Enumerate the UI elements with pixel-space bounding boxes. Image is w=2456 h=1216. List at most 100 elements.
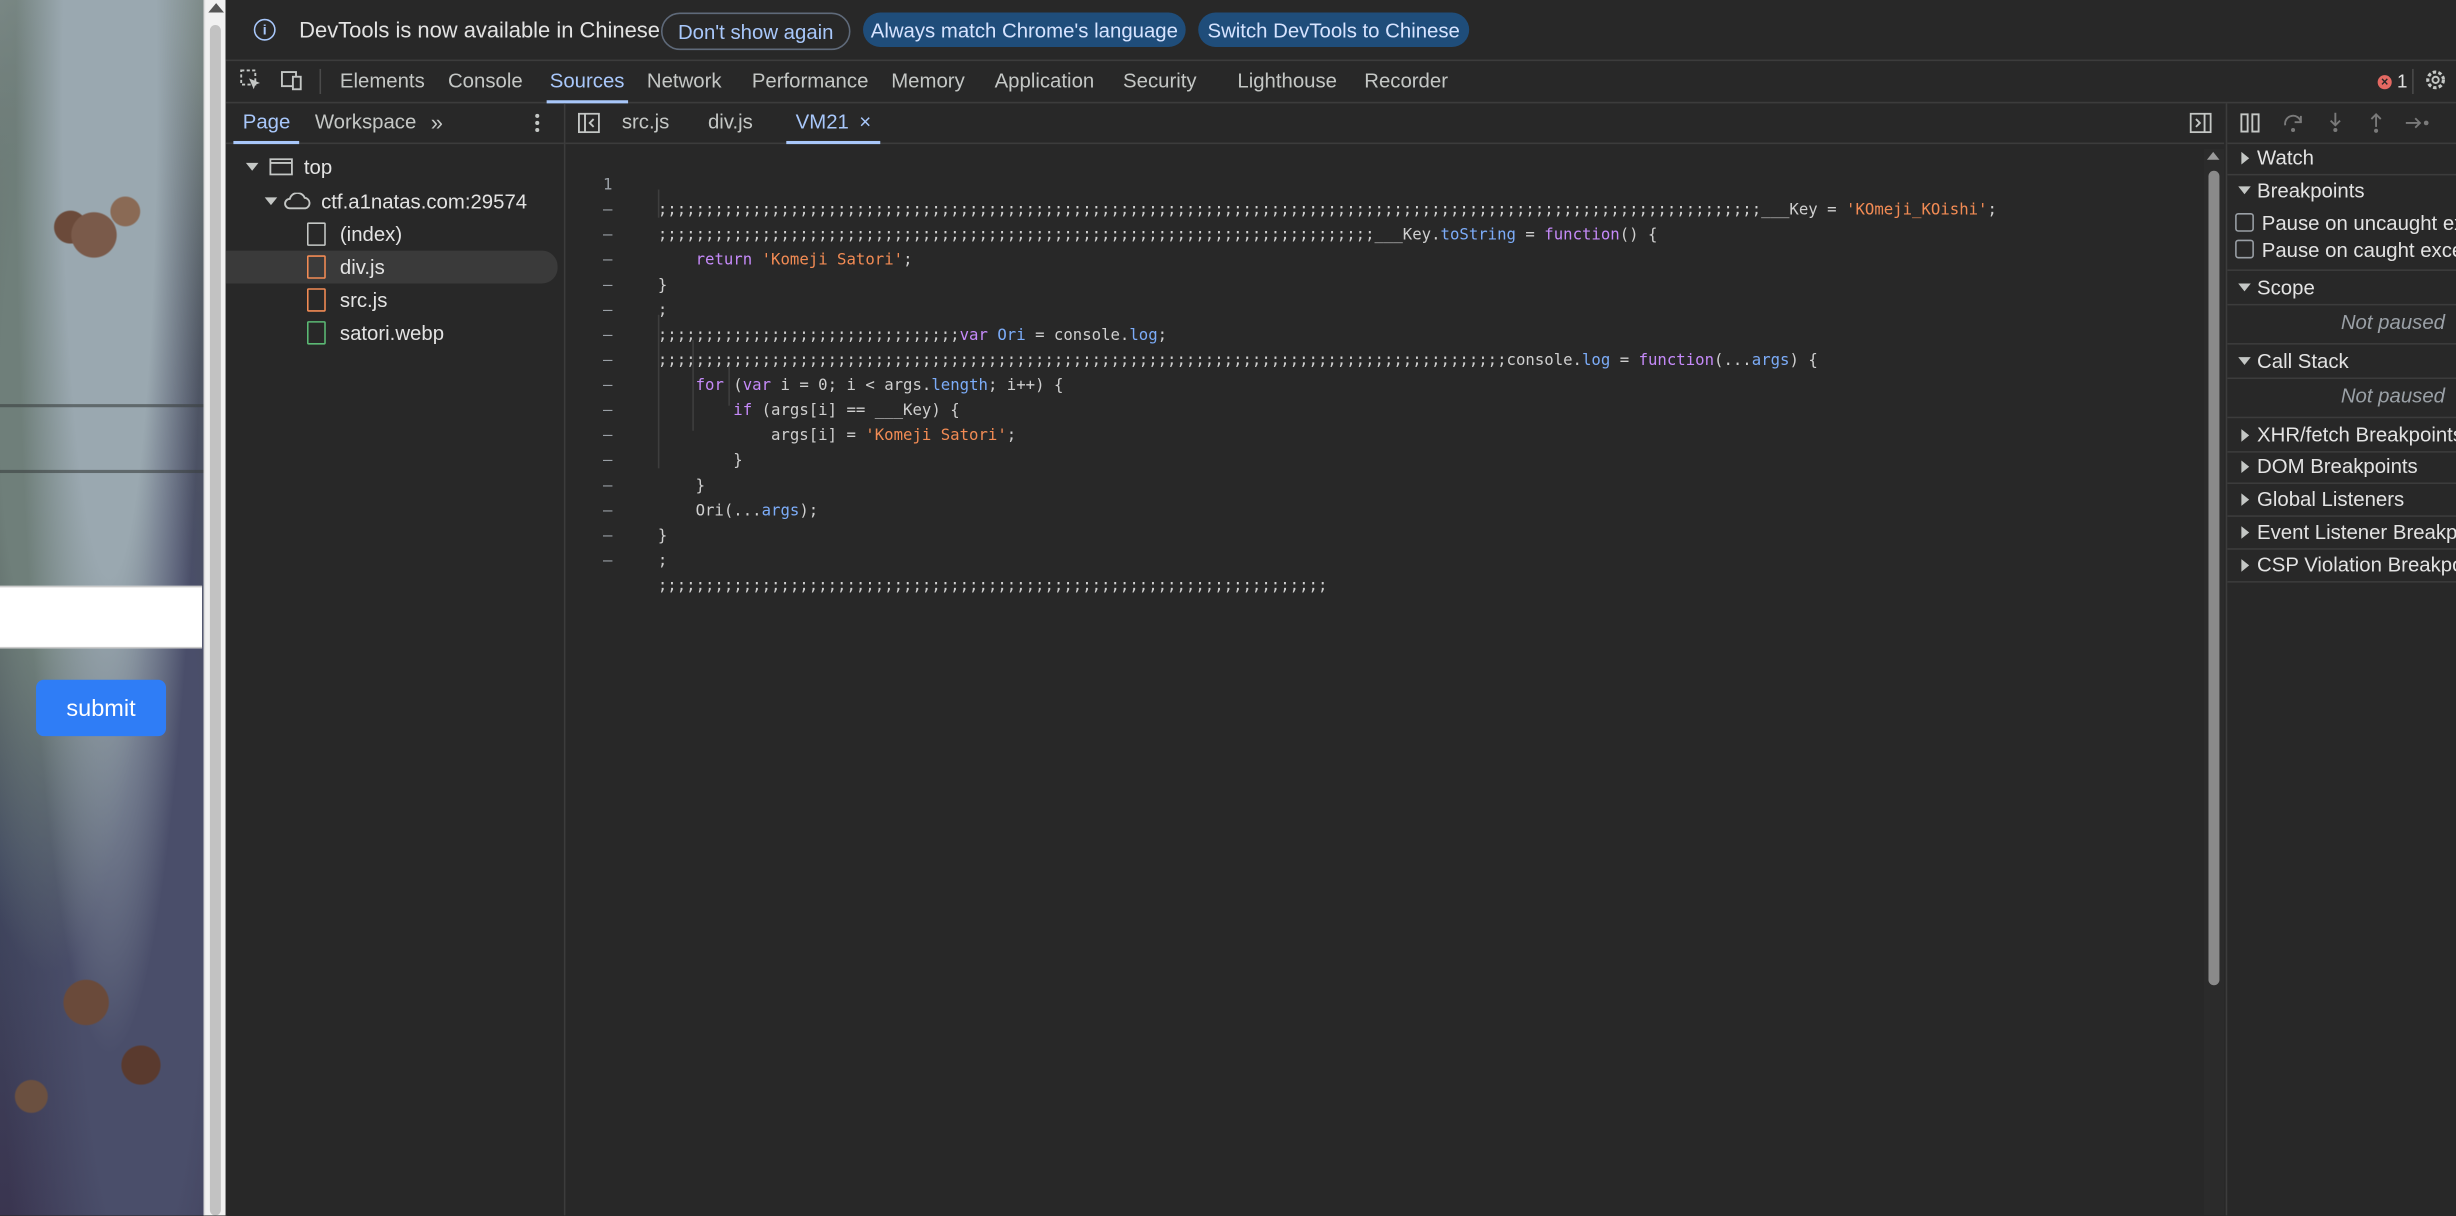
section-title: Breakpoints (2257, 178, 2365, 203)
switch-to-chinese-button[interactable]: Switch DevTools to Chinese (1198, 12, 1470, 47)
tree-item-file[interactable]: satori.webp (226, 316, 558, 349)
scroll-up-icon[interactable] (2206, 151, 2220, 160)
tab-network[interactable]: Network (647, 61, 722, 102)
pause-uncaught-checkbox[interactable] (2235, 213, 2254, 232)
call-stack-status: Not paused (2340, 383, 2445, 408)
code-line: – } (565, 224, 2202, 294)
webpage-background: submit (0, 0, 204, 1216)
file-name: div.js (339, 255, 385, 279)
settings-gear-icon[interactable] (2425, 69, 2447, 91)
flag-input[interactable] (0, 585, 203, 649)
devtools-panel: i DevTools is now available in Chinese D… (225, 0, 2456, 1216)
page-scrollbar[interactable] (203, 0, 228, 1216)
tab-console[interactable]: Console (448, 61, 523, 102)
error-counter[interactable]: × 1 (2377, 70, 2407, 92)
pause-caught-checkbox[interactable] (2235, 239, 2254, 259)
editor-tab-src-js[interactable]: src.js (622, 103, 670, 142)
collapse-arrow-icon[interactable] (2238, 283, 2251, 292)
image-file-icon (306, 321, 326, 345)
source-editor: src.js div.js VM21 × 1 ;;;;;;;;;;;;;;;;;… (565, 103, 2225, 1216)
tree-item-top[interactable]: top (226, 150, 558, 183)
file-name: src.js (339, 288, 388, 312)
scope-section[interactable]: Scope (2227, 269, 2456, 306)
expand-arrow-icon[interactable] (2241, 559, 2250, 572)
global-listeners-section[interactable]: Global Listeners (2227, 482, 2456, 517)
tree-item-file[interactable]: div.js (225, 250, 558, 284)
watch-section[interactable]: Watch (2227, 141, 2456, 176)
tab-performance[interactable]: Performance (752, 61, 869, 102)
scope-status: Not paused (2340, 310, 2445, 334)
toggle-debugger-icon[interactable] (2189, 112, 2212, 134)
navigator-menu-icon[interactable] (534, 113, 540, 133)
event-listener-breakpoints-section[interactable]: Event Listener Breakpoints (2227, 515, 2456, 550)
expand-arrow-icon[interactable] (2241, 460, 2250, 474)
more-tabs-icon[interactable]: » (431, 103, 443, 142)
code-line: – if (args[i] == ___Key) { (565, 349, 2202, 419)
step-over-icon[interactable] (2282, 113, 2304, 133)
tab-lighthouse[interactable]: Lighthouse (1237, 61, 1337, 102)
dont-show-again-button[interactable]: Don't show again (660, 12, 851, 51)
expand-arrow-icon[interactable] (264, 197, 278, 206)
submit-button[interactable]: submit (36, 679, 167, 737)
tab-memory[interactable]: Memory (891, 61, 965, 102)
pause-icon[interactable] (2240, 113, 2262, 133)
xhr-breakpoints-section[interactable]: XHR/fetch Breakpoints (2227, 416, 2456, 453)
code-line: – Ori(...args); (565, 450, 2202, 520)
collapse-arrow-icon[interactable] (2238, 186, 2251, 195)
tab-page[interactable]: Page (233, 103, 301, 145)
inspect-element-icon[interactable] (240, 69, 262, 91)
file-name: (index) (339, 222, 403, 246)
expand-arrow-icon[interactable] (2241, 526, 2250, 539)
tab-recorder[interactable]: Recorder (1364, 61, 1448, 102)
file-navigator: Page Workspace » top ctf.a1natas.com:295… (225, 103, 566, 1216)
editor-tab-div-js[interactable]: div.js (708, 103, 753, 142)
device-toolbar-icon[interactable] (280, 69, 302, 91)
tree-item-origin[interactable]: ctf.a1natas.com:29574 (226, 185, 558, 218)
tab-elements[interactable]: Elements (340, 61, 425, 102)
step-out-icon[interactable] (2365, 111, 2387, 133)
code-line: – ;;;;;;;;;;;;;;;;;;;;;;;;;;;;;;;;;;;;;;… (565, 299, 2202, 369)
code-line: – } (565, 475, 2202, 545)
section-title: CSP Violation Breakpoints (2257, 552, 2456, 577)
toggle-navigator-icon[interactable] (577, 112, 600, 134)
tab-sources[interactable]: Sources (546, 61, 628, 104)
page-scroll-thumb[interactable] (209, 25, 221, 1216)
tree-item-file[interactable]: (index) (226, 218, 558, 251)
step-into-icon[interactable] (2324, 111, 2346, 133)
editor-scroll-thumb[interactable] (2208, 170, 2220, 986)
dom-breakpoints-section[interactable]: DOM Breakpoints (2227, 450, 2456, 484)
cloud-icon (284, 192, 311, 210)
code-line: – return 'Komeji Satori'; (565, 199, 2202, 269)
scroll-up-icon[interactable] (208, 3, 224, 13)
pause-uncaught-option[interactable]: Pause on uncaught exceptions (2227, 210, 2456, 237)
csp-violation-breakpoints-section[interactable]: CSP Violation Breakpoints (2227, 548, 2456, 583)
code-line: – ;;;;;;;;;;;;;;;;;;;;;;;;;;;;;;;;;;;;;;… (565, 174, 2202, 244)
step-icon[interactable] (2404, 113, 2432, 133)
tree-item-file[interactable]: src.js (226, 284, 558, 317)
call-stack-section[interactable]: Call Stack (2227, 343, 2456, 380)
pause-caught-option[interactable]: Pause on caught exceptions (2227, 237, 2456, 264)
expand-arrow-icon[interactable] (2241, 151, 2250, 165)
expand-arrow-icon[interactable] (245, 162, 259, 171)
editor-tab-vm21[interactable]: VM21 × (786, 103, 881, 145)
expand-arrow-icon[interactable] (2241, 429, 2250, 442)
code-area[interactable]: 1 ;;;;;;;;;;;;;;;;;;;;;;;;;;;;;;;;;;;;;;… (565, 149, 2202, 1214)
tab-workspace[interactable]: Workspace (315, 103, 416, 142)
section-title: Global Listeners (2257, 487, 2405, 511)
navigator-tabs: Page Workspace » (225, 103, 564, 145)
expand-arrow-icon[interactable] (2241, 493, 2250, 506)
editor-scrollbar[interactable] (2203, 148, 2225, 1216)
editor-tab-label: VM21 (795, 109, 849, 134)
tab-security[interactable]: Security (1123, 61, 1197, 102)
section-title: DOM Breakpoints (2257, 454, 2418, 478)
debugger-sidebar: Watch Breakpoints Pause on uncaught exce… (2225, 103, 2456, 1216)
always-match-language-button[interactable]: Always match Chrome's language (863, 12, 1186, 47)
collapse-arrow-icon[interactable] (2238, 357, 2251, 365)
toolbar-divider (2412, 68, 2414, 94)
tab-application[interactable]: Application (995, 61, 1095, 102)
code-line: – ; (565, 500, 2202, 570)
line-number[interactable]: – (597, 550, 619, 575)
close-tab-icon[interactable]: × (859, 110, 871, 133)
breakpoints-section[interactable]: Breakpoints (2227, 174, 2456, 207)
script-file-icon (306, 288, 326, 312)
